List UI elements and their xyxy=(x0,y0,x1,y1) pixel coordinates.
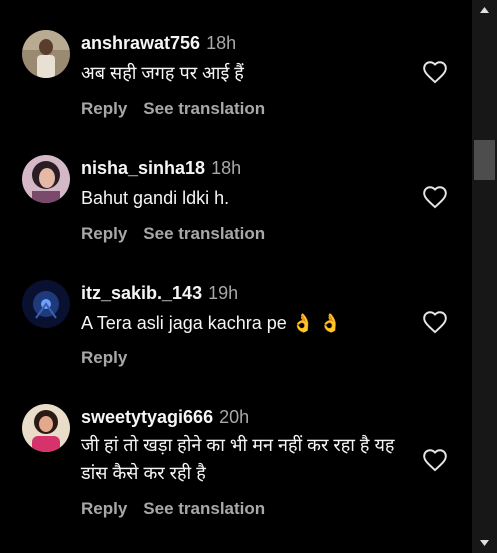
avatar[interactable] xyxy=(22,155,70,203)
see-translation-button[interactable]: See translation xyxy=(143,99,265,118)
comment-actions: Reply See translation xyxy=(81,498,265,520)
heart-outline-icon[interactable] xyxy=(422,185,448,209)
comment-item: sweetytyagi666 20h जी हां तो खड़ा होने का… xyxy=(0,404,472,524)
comment-username[interactable]: itz_sakib._143 xyxy=(81,283,202,303)
comment-header: nisha_sinha18 18h xyxy=(81,157,241,179)
comment-timestamp: 18h xyxy=(206,33,237,53)
comment-timestamp: 18h xyxy=(211,158,242,178)
triangle-up-icon[interactable] xyxy=(472,0,497,20)
reply-button[interactable]: Reply xyxy=(81,499,127,518)
heart-outline-icon[interactable] xyxy=(422,448,448,472)
comment-header: sweetytyagi666 20h xyxy=(81,406,249,428)
comment-username[interactable]: sweetytyagi666 xyxy=(81,407,213,427)
comment-actions: Reply See translation xyxy=(81,98,265,120)
avatar[interactable] xyxy=(22,404,70,452)
avatar[interactable] xyxy=(22,30,70,78)
heart-outline-icon[interactable] xyxy=(422,60,448,84)
vertical-scrollbar[interactable] xyxy=(472,0,497,553)
avatar[interactable] xyxy=(22,280,70,328)
comment-actions: Reply See translation xyxy=(81,223,265,245)
comment-username[interactable]: anshrawat756 xyxy=(81,33,200,53)
see-translation-button[interactable]: See translation xyxy=(143,499,265,518)
comment-username[interactable]: nisha_sinha18 xyxy=(81,158,205,178)
triangle-down-icon[interactable] xyxy=(472,533,497,553)
comment-text: A Tera asli jaga kachra pe 👌 👌 xyxy=(81,313,342,333)
comment-header: anshrawat756 18h xyxy=(81,32,236,54)
comment-item: itz_sakib._143 19h A Tera asli jaga kachr… xyxy=(0,280,472,370)
comment-header: itz_sakib._143 19h xyxy=(81,282,238,304)
comment-item: nisha_sinha18 18h Bahut gandi ldki h. Rep… xyxy=(0,155,472,250)
comment-list: anshrawat756 18h अब सही जगह पर आई हैं Rep… xyxy=(0,0,472,553)
comment-actions: Reply xyxy=(81,347,127,369)
comment-timestamp: 19h xyxy=(208,283,239,303)
comment-item: anshrawat756 18h अब सही जगह पर आई हैं Rep… xyxy=(0,30,472,125)
scrollbar-thumb[interactable] xyxy=(474,140,495,180)
reply-button[interactable]: Reply xyxy=(81,99,127,118)
comment-timestamp: 20h xyxy=(219,407,250,427)
comment-text: अब सही जगह पर आई हैं xyxy=(81,63,244,83)
reply-button[interactable]: Reply xyxy=(81,224,127,243)
comment-text: जी हां तो खड़ा होने का भी मन नहीं कर रहा… xyxy=(81,435,395,483)
heart-outline-icon[interactable] xyxy=(422,310,448,334)
reply-button[interactable]: Reply xyxy=(81,348,127,367)
see-translation-button[interactable]: See translation xyxy=(143,224,265,243)
comment-text: Bahut gandi ldki h. xyxy=(81,188,230,208)
